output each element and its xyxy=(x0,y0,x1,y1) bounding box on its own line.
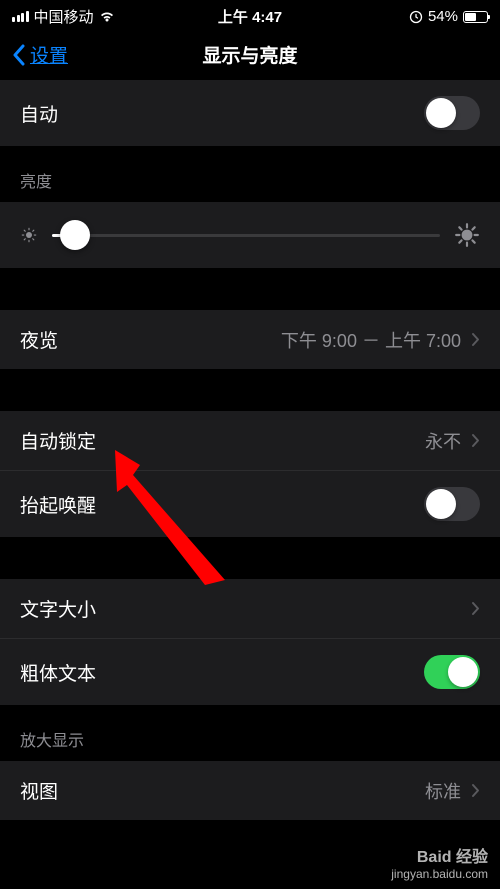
auto-label: 自动 xyxy=(20,100,58,127)
status-right: 54% xyxy=(409,8,488,25)
chevron-right-icon xyxy=(471,783,480,798)
chevron-right-icon xyxy=(471,601,480,616)
auto-lock-row[interactable]: 自动锁定 永不 xyxy=(0,411,500,470)
view-value: 标准 xyxy=(425,778,461,804)
bold-text-row[interactable]: 粗体文本 xyxy=(0,638,500,705)
bold-text-label: 粗体文本 xyxy=(20,659,96,686)
sun-large-icon xyxy=(454,222,480,248)
carrier-label: 中国移动 xyxy=(34,6,94,27)
raise-to-wake-label: 抬起唤醒 xyxy=(20,491,96,518)
night-shift-value: 下午 9:00 － 上午 7:00 xyxy=(281,327,461,353)
chevron-right-icon xyxy=(471,433,480,448)
auto-row[interactable]: 自动 xyxy=(0,80,500,146)
back-label: 设置 xyxy=(30,41,68,68)
chevron-left-icon xyxy=(12,44,26,66)
watermark: Baid 经验 jingyan.baidu.com xyxy=(391,843,488,881)
text-size-row[interactable]: 文字大小 xyxy=(0,579,500,638)
raise-to-wake-row[interactable]: 抬起唤醒 xyxy=(0,470,500,537)
bold-text-toggle[interactable] xyxy=(424,655,480,689)
status-left: 中国移动 xyxy=(12,6,115,27)
brightness-slider[interactable] xyxy=(52,234,440,237)
battery-icon xyxy=(463,11,488,23)
watermark-sub: jingyan.baidu.com xyxy=(391,867,488,881)
page-title: 显示与亮度 xyxy=(202,41,297,68)
auto-toggle[interactable] xyxy=(424,96,480,130)
status-time: 上午 4:47 xyxy=(218,6,282,27)
night-shift-label: 夜览 xyxy=(20,326,58,353)
battery-percent: 54% xyxy=(428,8,458,25)
nav-header: 设置 显示与亮度 xyxy=(0,33,500,80)
auto-lock-label: 自动锁定 xyxy=(20,427,96,454)
chevron-right-icon xyxy=(471,332,480,347)
zoom-header: 放大显示 xyxy=(0,705,500,761)
slider-thumb[interactable] xyxy=(60,220,90,250)
view-row[interactable]: 视图 标准 xyxy=(0,761,500,820)
signal-icon xyxy=(12,11,29,22)
wifi-icon xyxy=(99,11,115,23)
night-shift-row[interactable]: 夜览 下午 9:00 － 上午 7:00 xyxy=(0,310,500,369)
back-button[interactable]: 设置 xyxy=(12,41,68,68)
auto-lock-value: 永不 xyxy=(425,428,461,454)
text-size-label: 文字大小 xyxy=(20,595,96,622)
view-label: 视图 xyxy=(20,777,58,804)
brightness-header: 亮度 xyxy=(0,146,500,202)
brightness-slider-row xyxy=(0,202,500,268)
rotation-lock-icon xyxy=(409,10,423,24)
status-bar: 中国移动 上午 4:47 54% xyxy=(0,0,500,33)
raise-to-wake-toggle[interactable] xyxy=(424,487,480,521)
sun-small-icon xyxy=(20,226,38,244)
watermark-main: Baid 经验 xyxy=(391,843,488,867)
